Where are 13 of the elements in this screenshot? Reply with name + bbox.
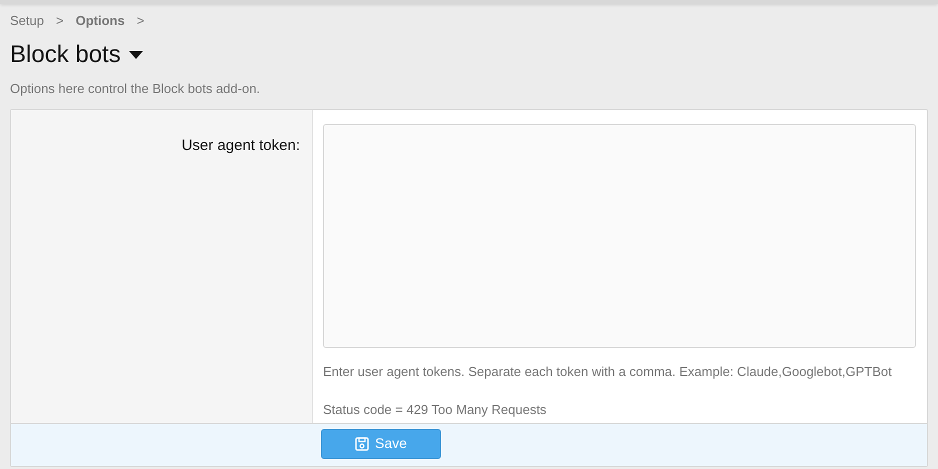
breadcrumb-link[interactable]: Options xyxy=(76,11,125,31)
breadcrumb-separator: > xyxy=(136,12,144,30)
save-icon xyxy=(355,436,370,450)
save-button[interactable]: Save xyxy=(321,428,441,458)
breadcrumb-separator: > xyxy=(56,12,64,30)
page-title: Block bots xyxy=(10,40,121,70)
help-text: Status code = 429 Too Many Requests xyxy=(323,401,548,419)
input-field[interactable] xyxy=(323,124,916,348)
page-description: Options here control the Block bots add-on. xyxy=(10,80,262,98)
breadcrumb-link[interactable]: Setup xyxy=(10,11,44,31)
caret-icon[interactable] xyxy=(128,51,143,59)
field-label: User agent token: xyxy=(182,136,300,154)
help-text: Enter user agent tokens. Separate each token with a comma. Example: Claude,Googlebot,GPTBot xyxy=(323,362,893,381)
